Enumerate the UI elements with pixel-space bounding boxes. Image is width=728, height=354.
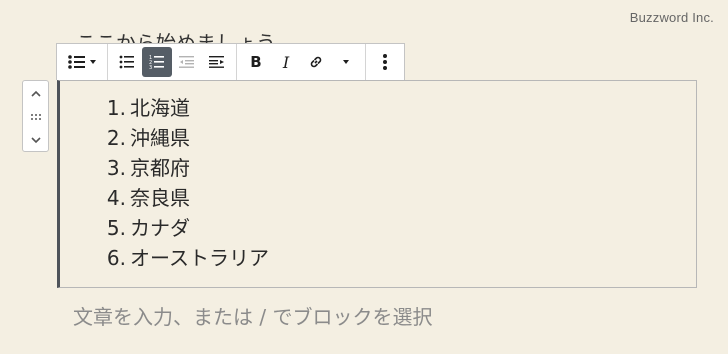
list-item-number: 2. [106, 126, 126, 150]
list-item[interactable]: 4. 奈良県 [100, 183, 269, 213]
drag-handle[interactable] [23, 106, 48, 128]
block-appender-placeholder[interactable]: 文章を入力、または / でブロックを選択 [73, 301, 432, 330]
list-item-number: 5. [106, 216, 126, 240]
outdent-button[interactable] [172, 47, 202, 77]
watermark: Buzzword Inc. [629, 10, 714, 25]
list-item[interactable]: 6. オーストラリア [100, 243, 269, 273]
block-mover [22, 80, 49, 152]
list-item[interactable]: 1. 北海道 [100, 93, 269, 123]
unordered-list-icon [119, 55, 134, 69]
ordered-list[interactable]: 1. 北海道 2. 沖縄県 3. 京都府 4. 奈良県 5. カナダ 6. オーストラリア [100, 93, 269, 273]
list-item-number: 1. [106, 96, 126, 120]
list-item-number: 6. [106, 246, 126, 270]
chevron-up-icon [30, 90, 41, 97]
ordered-list-block[interactable]: 1. 北海道 2. 沖縄県 3. 京都府 4. 奈良県 5. カナダ 6. オーストラリア [57, 80, 697, 288]
list-item-text[interactable]: カナダ [130, 216, 190, 240]
bold-icon: B [250, 53, 262, 71]
list-type-group: 1 2 3 [108, 44, 237, 80]
bold-button[interactable]: B [241, 47, 271, 77]
options-group [366, 44, 404, 80]
chevron-down-icon [343, 60, 349, 64]
list-item[interactable]: 3. 京都府 [100, 153, 269, 183]
italic-button[interactable]: I [271, 47, 301, 77]
list-style-group [57, 44, 108, 80]
list-style-icon [68, 55, 96, 69]
indent-icon [209, 56, 224, 68]
more-formats-dropdown-button[interactable] [331, 47, 361, 77]
drag-handle-icon [30, 114, 41, 120]
list-item-number: 4. [106, 186, 126, 210]
indent-button[interactable] [202, 47, 232, 77]
list-item-text[interactable]: 奈良県 [130, 186, 190, 210]
list-style-dropdown-button[interactable] [61, 47, 103, 77]
more-options-button[interactable] [370, 47, 400, 77]
list-item-text[interactable]: 北海道 [130, 96, 190, 120]
italic-icon: I [282, 52, 290, 72]
list-item-text[interactable]: オーストラリア [130, 246, 269, 270]
ordered-list-icon: 1 2 3 [149, 55, 164, 70]
unordered-list-button[interactable] [112, 47, 142, 77]
link-icon [310, 56, 322, 68]
outdent-icon [179, 56, 194, 68]
list-item[interactable]: 5. カナダ [100, 213, 269, 243]
svg-text:3: 3 [149, 65, 152, 70]
editor-canvas: Buzzword Inc. ここから始めましょう 1 2 3 B I 1. 北海… [0, 0, 728, 354]
ordered-list-button[interactable]: 1 2 3 [142, 47, 172, 77]
block-toolbar: 1 2 3 B I [56, 43, 405, 80]
list-item-text[interactable]: 沖縄県 [130, 126, 190, 150]
chevron-down-icon [30, 137, 41, 144]
link-button[interactable] [301, 47, 331, 77]
list-item-number: 3. [106, 156, 126, 180]
move-down-button[interactable] [23, 129, 48, 151]
list-item-text[interactable]: 京都府 [130, 156, 190, 180]
move-up-button[interactable] [23, 83, 48, 105]
format-group: B I [237, 44, 366, 80]
more-options-icon [383, 54, 387, 70]
list-item[interactable]: 2. 沖縄県 [100, 123, 269, 153]
